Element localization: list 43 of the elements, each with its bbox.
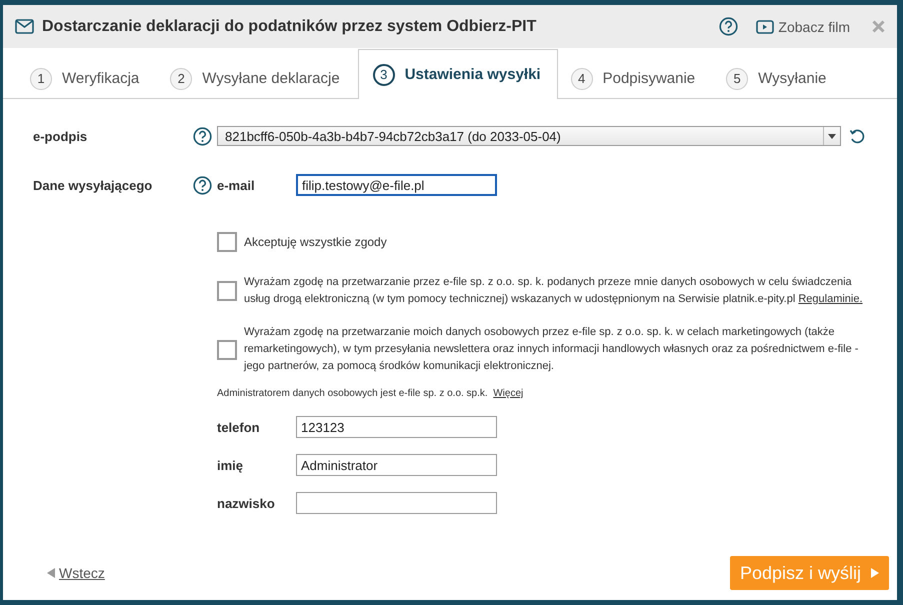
more-link[interactable]: Więcej <box>493 388 524 399</box>
consent-text: Akceptuję wszystkie zgody <box>244 234 387 250</box>
step-number: 3 <box>372 64 395 86</box>
checkbox[interactable] <box>217 281 237 301</box>
close-icon[interactable] <box>872 20 885 33</box>
consent-text: Wyrażam zgodę na przetwarzanie moich danych osobowych przez e-file sp. z o.o. sp. k. w celach marketingowych (także remarketingowych), w tym przesyłania newslettera oraz innych informacji handlowych własnych oraz za pośrednictwem e-file - jego partnerów, za pomocą środków komunikacji elektronicznej. <box>244 325 860 374</box>
field-label: nazwisko <box>217 496 276 510</box>
text-field[interactable] <box>296 492 497 514</box>
help-icon[interactable] <box>193 126 212 146</box>
email-field[interactable]: filip.testowy@e-file.pl <box>296 174 497 196</box>
text-field[interactable]: 123123 <box>296 416 497 438</box>
field-label: imię <box>217 458 244 472</box>
field-label: e-mail <box>217 178 256 192</box>
checkbox[interactable] <box>217 232 237 252</box>
back-link[interactable]: Wstecz <box>59 565 105 581</box>
step-number: 5 <box>726 68 748 90</box>
consent-text: Wyrażam zgodę na przetwarzanie przez e-file sp. z o.o. sp. k. podanych przeze mnie danych osobowych w celu świadczenia usług drogą elektroniczną (w tym pomocy technicznej) wskazanych w udostępnionym na Serwisie platnik.e-pity.pl Regulaminie. <box>244 275 864 307</box>
step-number: 2 <box>170 68 192 90</box>
field-label: telefon <box>217 420 261 434</box>
left-arrow-icon <box>47 568 55 578</box>
caret-icon <box>828 134 836 138</box>
step-number: 1 <box>30 68 52 90</box>
help-icon[interactable] <box>193 176 212 194</box>
video-link[interactable]: Zobacz film <box>756 18 850 34</box>
text-field[interactable]: Administrator <box>296 454 497 476</box>
step-tab[interactable]: 5 Wysyłanie <box>713 57 844 99</box>
play-icon <box>871 568 879 578</box>
field-label: e-podpis <box>33 128 88 144</box>
window-title: Dostarczanie deklaracji do podatników przez system Odbierz-PIT <box>42 18 538 36</box>
step-tab[interactable]: 2 Wysyłane deklaracje <box>157 57 358 99</box>
admin-note: Administratorem danych osobowych jest e-file sp. z o.o. sp.k. Więcej <box>217 388 524 399</box>
checkbox[interactable] <box>217 340 237 360</box>
field-label: Dane wysyłającego <box>33 178 154 192</box>
step-tab[interactable]: 4 Podpisywanie <box>558 57 714 99</box>
envelope-icon <box>15 19 34 34</box>
help-icon[interactable] <box>719 17 738 36</box>
video-icon <box>756 20 774 34</box>
step-tab[interactable]: 1 Weryfikacja <box>17 57 158 99</box>
signature-dropdown[interactable]: 821bcff6-050b-4a3b-b4b7-94cb72cb3a17 (do 2033-05-04) <box>217 126 841 146</box>
refresh-icon[interactable] <box>849 128 866 144</box>
terms-link[interactable]: Regulaminie. <box>798 293 863 305</box>
step-number: 4 <box>570 68 593 90</box>
step-tab[interactable]: 3 Ustawienia wysyłki <box>358 49 558 99</box>
